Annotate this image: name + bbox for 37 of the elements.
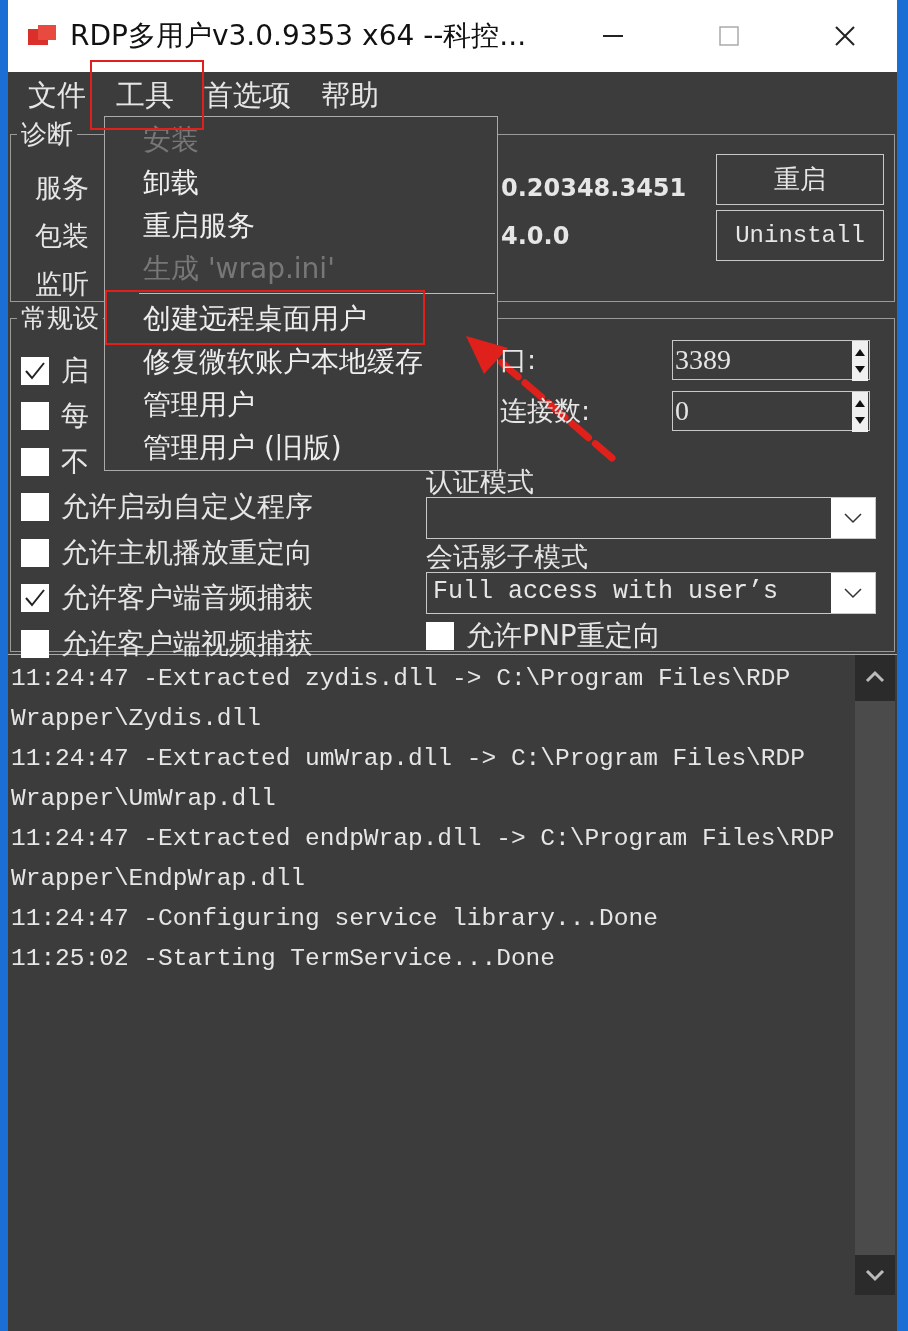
checkbox-label: 允许主机播放重定向: [61, 534, 313, 571]
log-entry: 11:24:47 -Extracted endpWrap.dll -> C:\Program Files\RDP Wrapper\EndpWrap.dll: [11, 824, 836, 894]
log-entry: 11:24:47 -Extracted umWrap.dll -> C:\Program Files\RDP Wrapper\UmWrap.dll: [11, 744, 806, 814]
checkbox-label: 允许启动自定义程序: [61, 489, 313, 526]
info-label: 服务: [35, 171, 89, 205]
spin-field[interactable]: 3389: [672, 339, 870, 380]
info-label: 包装: [35, 219, 89, 253]
checkbox-label: 每: [61, 398, 89, 435]
field-label: 认证模式: [426, 466, 535, 497]
action-button[interactable]: Uninstall: [716, 210, 884, 261]
menu-item[interactable]: 文件: [28, 76, 86, 116]
log-entry: 11:25:02 -Starting TermService...Done: [11, 944, 556, 974]
info-label: 监听: [35, 267, 89, 301]
checkbox-label: 允许客户端视频捕获: [61, 625, 313, 662]
checkbox-label: 不: [61, 443, 89, 480]
menu-item[interactable]: 管理用户 (旧版): [105, 426, 497, 469]
log-entry: 11:24:47 -Extracted zydis.dll -> C:\Program Files\RDP Wrapper\Zydis.dll: [11, 664, 792, 734]
menu-item[interactable]: 工具: [116, 76, 174, 116]
field-label: 会话影子模式: [426, 541, 589, 572]
action-button[interactable]: 重启: [716, 154, 884, 205]
checkbox-label: 允许PNP重定向: [466, 618, 661, 654]
menu-item[interactable]: 重启服务: [105, 204, 497, 247]
group-title: 常规设: [20, 304, 100, 332]
menu-item[interactable]: 卸载: [105, 161, 497, 204]
checkbox-label: 允许客户端音频捕获: [61, 580, 313, 617]
checkbox-label: 启: [61, 352, 89, 389]
info-value: 0.20348.3451: [501, 174, 687, 202]
menu-item[interactable]: 管理用户: [105, 383, 497, 426]
field-label: 口:: [500, 342, 537, 377]
menu-item[interactable]: 帮助: [321, 76, 379, 116]
dropdown-field[interactable]: Full access with user’s: [426, 572, 876, 614]
menu-item[interactable]: 首选项: [204, 76, 291, 116]
group-title: 诊断: [20, 120, 74, 148]
window-title: RDP多用户v3.0.9353 x64 --科控...: [70, 18, 527, 54]
spin-field[interactable]: 0: [672, 390, 870, 431]
log-entry: 11:24:47 -Configuring service library...Done: [11, 904, 659, 934]
info-value: 4.0.0: [501, 222, 570, 250]
